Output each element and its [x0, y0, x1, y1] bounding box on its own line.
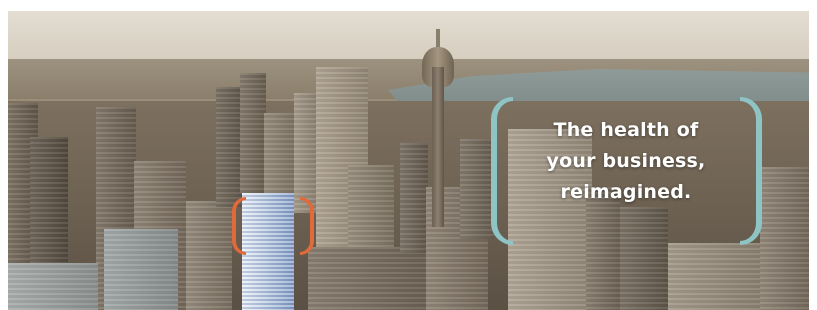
tagline-line-1: The health of [553, 119, 699, 141]
banner-tagline: The health of your business, reimagined. [520, 115, 732, 208]
building [620, 207, 668, 310]
teal-bracket-left [491, 97, 513, 245]
building [8, 263, 98, 310]
tagline-line-3: reimagined. [560, 181, 692, 203]
highlighted-building [242, 193, 294, 310]
teal-bracket-right [740, 97, 762, 245]
building [240, 73, 266, 193]
building [308, 247, 428, 310]
hero-banner: The health of your business, reimagined. [8, 11, 809, 310]
building [760, 167, 809, 310]
building [104, 229, 178, 310]
sydney-tower-stem [432, 67, 444, 227]
orange-bracket-right [300, 197, 314, 255]
tagline-line-2: your business, [546, 150, 706, 172]
building [460, 139, 494, 239]
building [186, 201, 232, 310]
building [264, 113, 298, 197]
building [400, 143, 428, 253]
orange-bracket-left [232, 197, 246, 255]
